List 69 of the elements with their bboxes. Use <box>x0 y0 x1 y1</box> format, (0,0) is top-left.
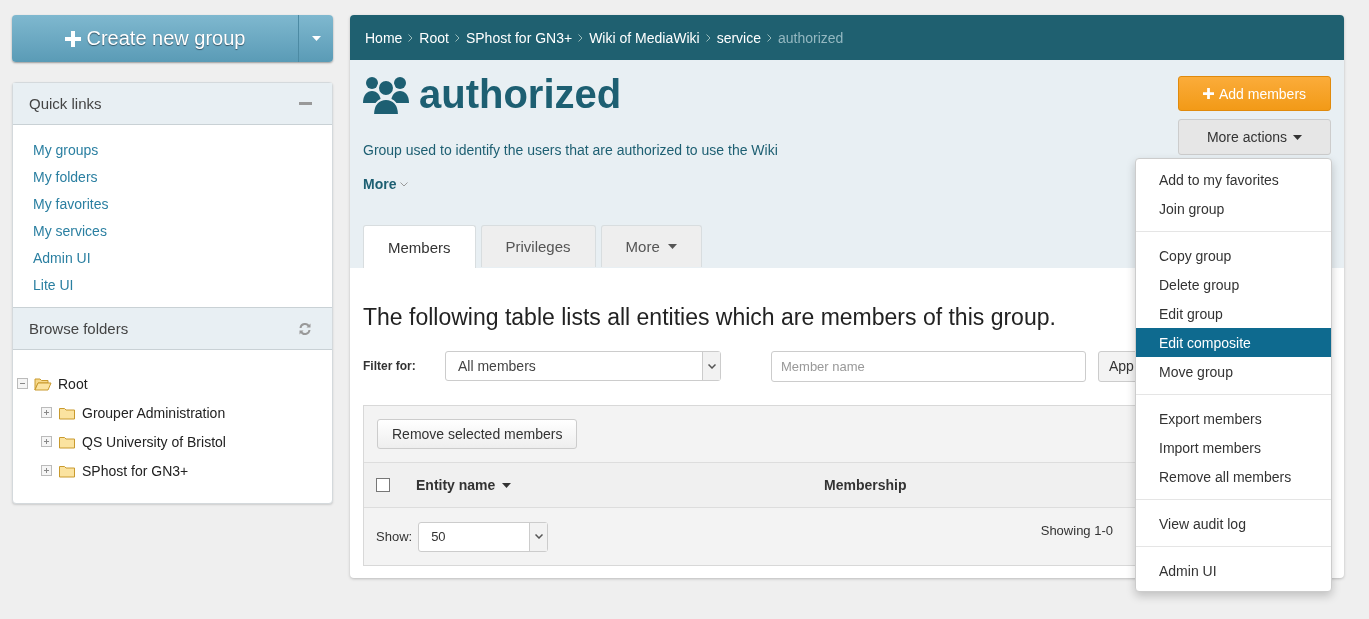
chevron-icon <box>767 33 772 42</box>
plus-icon <box>64 30 81 47</box>
menu-item[interactable]: Delete group <box>1136 270 1331 299</box>
tab[interactable]: Members <box>363 225 476 268</box>
breadcrumb-link[interactable]: service <box>716 29 761 46</box>
remove-selected-button[interactable]: Remove selected members <box>377 419 578 449</box>
chevron-down-icon <box>707 363 716 369</box>
chevron-icon <box>578 33 584 42</box>
folder-icon <box>58 434 76 449</box>
caret-icon <box>1293 134 1303 140</box>
quick-link[interactable]: My groups <box>33 142 99 158</box>
panel-title: Browse folders <box>29 320 129 337</box>
breadcrumb-link[interactable]: Home <box>365 29 403 46</box>
menu-item[interactable]: Export members <box>1136 404 1331 433</box>
folder-link[interactable]: SPhost for GN3+ <box>82 462 189 479</box>
menu-item[interactable]: Add to my favorites <box>1136 165 1331 194</box>
expand-toggle-icon[interactable] <box>41 407 52 418</box>
column-header[interactable]: Entity name <box>416 477 824 493</box>
collapse-toggle-icon[interactable] <box>17 378 28 389</box>
menu-item[interactable]: Admin UI <box>1136 556 1331 585</box>
menu-item[interactable]: Edit composite <box>1136 328 1331 357</box>
menu-item[interactable]: Edit group <box>1136 299 1331 328</box>
paging-summary: Showing 1-0 <box>1040 523 1113 538</box>
expand-toggle-icon[interactable] <box>41 436 52 447</box>
plus-icon <box>1202 88 1214 99</box>
filter-select[interactable]: All members <box>445 351 721 381</box>
group-title: authorized <box>419 72 622 117</box>
more-actions-button[interactable]: More actions <box>1178 119 1331 155</box>
show-label: Show: <box>376 529 413 544</box>
group-description: Group used to identify the users that are authorized to use the Wiki <box>363 142 779 158</box>
chevron-icon <box>408 33 414 42</box>
member-name-field[interactable]: Member name <box>771 350 1086 382</box>
quick-link[interactable]: Lite UI <box>33 277 74 293</box>
chevron-down-icon <box>400 181 409 187</box>
quick-link[interactable]: My folders <box>33 169 98 185</box>
caret-icon <box>502 482 512 488</box>
menu-item[interactable]: Remove all members <box>1136 462 1331 491</box>
more-toggle[interactable]: More <box>363 176 409 192</box>
menu-item[interactable]: Join group <box>1136 194 1331 223</box>
open-folder-icon <box>34 376 52 391</box>
section-heading: The following table lists all entities which are members of this group. <box>363 304 1056 331</box>
menu-item[interactable]: Copy group <box>1136 241 1331 270</box>
refresh-icon[interactable] <box>298 321 312 336</box>
create-options-button[interactable] <box>298 15 333 62</box>
folder-link[interactable]: Root <box>58 375 88 392</box>
menu-item[interactable]: Import members <box>1136 433 1331 462</box>
folder-icon <box>58 463 76 478</box>
breadcrumb-link[interactable]: Wiki of MediaWiki <box>589 29 700 46</box>
caret-icon <box>311 36 321 41</box>
quick-link[interactable]: My favorites <box>33 196 109 212</box>
breadcrumb-link[interactable]: SPhost for GN3+ <box>465 29 573 46</box>
quick-link[interactable]: My services <box>33 223 107 239</box>
folder-link[interactable]: QS University of Bristol <box>82 433 226 450</box>
chevron-icon <box>454 33 460 42</box>
panel-title: Quick links <box>29 95 102 112</box>
menu-item[interactable]: View audit log <box>1136 509 1331 538</box>
chevron-down-icon <box>534 534 543 539</box>
page-size-select[interactable]: 50 <box>418 521 549 552</box>
expand-toggle-icon[interactable] <box>41 465 52 476</box>
breadcrumb-link[interactable]: Root <box>419 29 449 46</box>
users-icon <box>363 74 409 115</box>
tab[interactable]: More <box>600 225 702 267</box>
chevron-icon <box>705 33 711 42</box>
filter-label: Filter for: <box>363 359 417 373</box>
tab[interactable]: Privileges <box>480 225 596 267</box>
quick-link[interactable]: Admin UI <box>33 250 91 266</box>
folder-icon <box>58 405 76 420</box>
folder-link[interactable]: Grouper Administration <box>82 404 226 421</box>
select-all-checkbox[interactable] <box>376 478 390 492</box>
